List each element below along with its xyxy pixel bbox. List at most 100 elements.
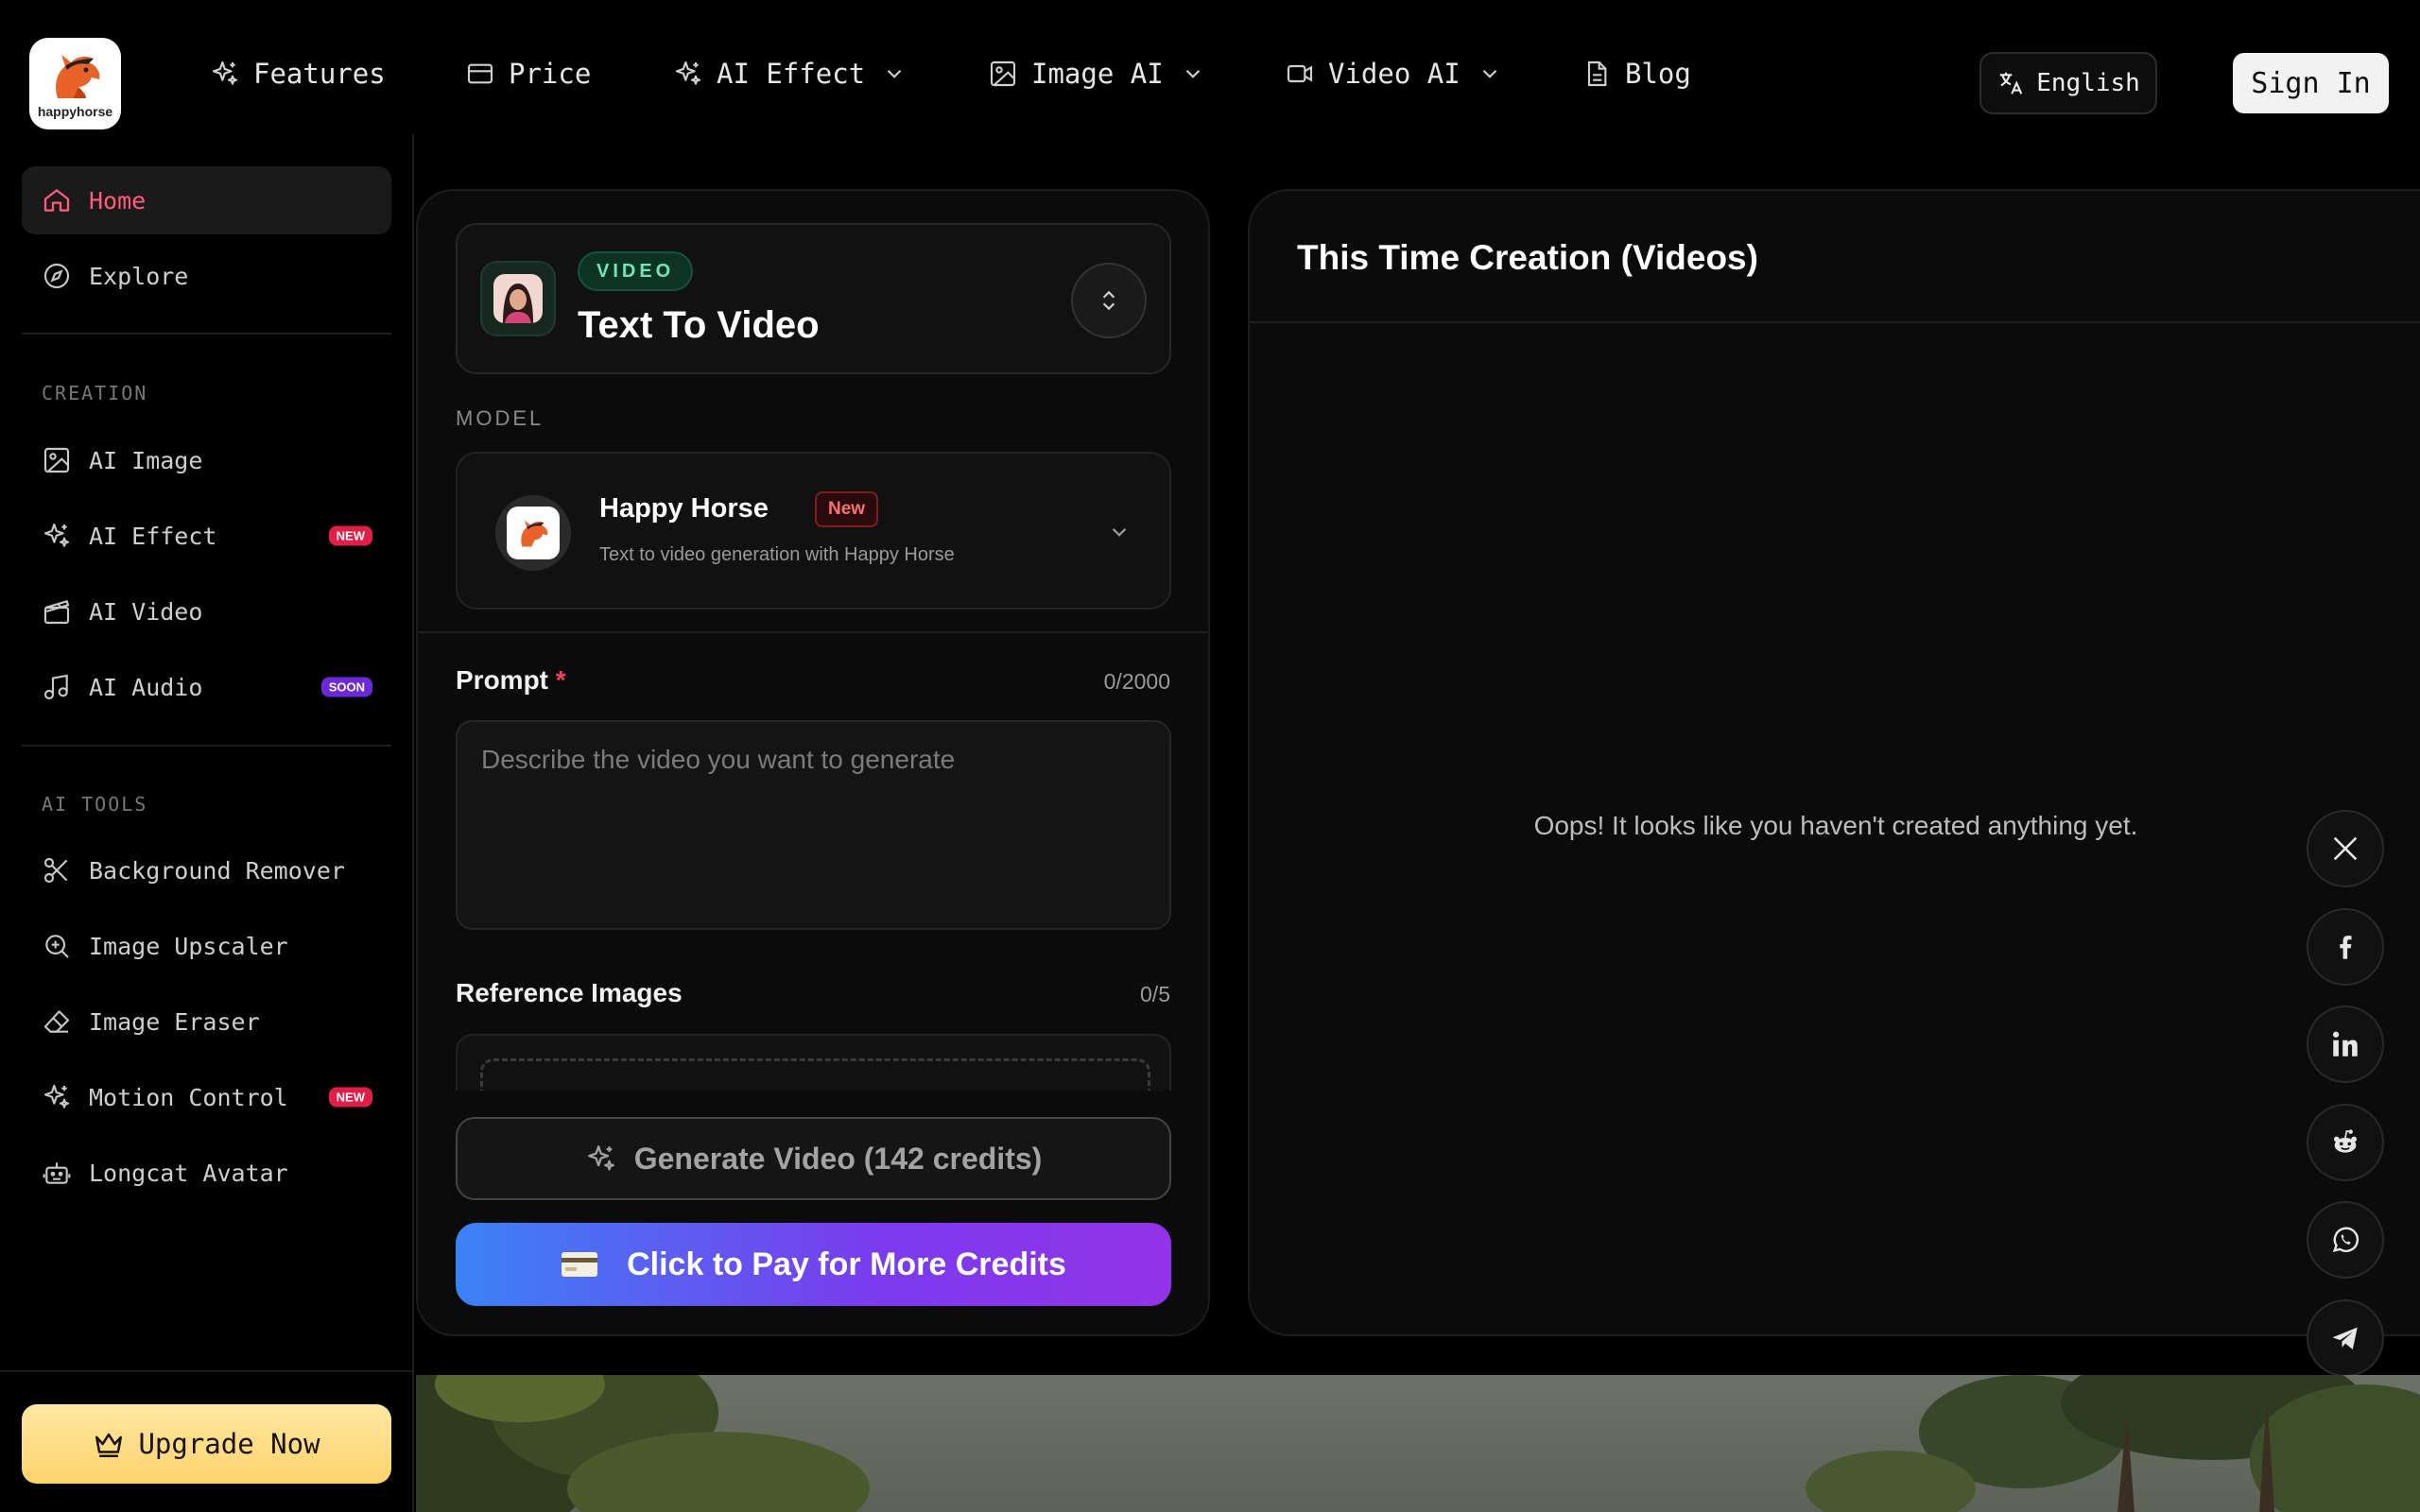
share-x-button[interactable]: [2307, 810, 2384, 887]
sparkles-icon: [675, 60, 701, 85]
pay-credits-button[interactable]: Click to Pay for More Credits: [456, 1223, 1171, 1306]
prompt-label-text: Prompt: [456, 665, 548, 695]
nav-image-ai-label: Image AI: [1031, 58, 1164, 90]
form-divider: [418, 631, 1208, 633]
nav-features[interactable]: Features: [210, 55, 386, 93]
nav-image-ai[interactable]: Image AI: [988, 55, 1205, 93]
nav-price-label: Price: [509, 58, 592, 90]
sidebar-item-label: AI Effect: [89, 522, 217, 550]
compass-icon: [43, 263, 70, 289]
chevron-down-icon: [1482, 69, 1496, 78]
crown-icon: [95, 1433, 123, 1458]
upgrade-now-label: Upgrade Now: [138, 1428, 320, 1460]
sidebar-item-image-eraser[interactable]: Image Eraser: [22, 988, 391, 1056]
translate-icon: [1999, 72, 2023, 94]
sidebar-item-motion-control[interactable]: Motion Control NEW: [22, 1063, 391, 1131]
clapperboard-icon: [43, 600, 70, 625]
image-icon: [990, 60, 1016, 87]
results-title: This Time Creation (Videos): [1297, 238, 1758, 277]
sidebar-item-ai-audio[interactable]: AI Audio SOON: [22, 653, 391, 721]
sidebar-item-ai-image[interactable]: AI Image: [22, 426, 391, 494]
language-label: English: [2036, 69, 2140, 97]
nav-ai-effect[interactable]: AI Effect: [673, 55, 907, 93]
generation-type-card[interactable]: VIDEO Text To Video: [456, 223, 1171, 374]
reddit-icon: [2333, 1129, 2358, 1153]
brand-logo[interactable]: happyhorse: [29, 38, 121, 129]
chevron-down-icon: [1185, 69, 1200, 78]
nav-ai-effect-label: AI Effect: [717, 58, 866, 90]
nav-video-ai-label: Video AI: [1328, 58, 1461, 90]
pay-credits-label: Click to Pay for More Credits: [627, 1246, 1066, 1282]
linkedin-icon: [2332, 1031, 2358, 1057]
sparkles-icon: [43, 523, 70, 547]
generate-video-button[interactable]: Generate Video (142 credits): [456, 1117, 1171, 1200]
chevron-down-icon: [1112, 527, 1127, 537]
model-logo: [495, 495, 571, 571]
sidebar-item-label: AI Audio: [89, 673, 203, 701]
type-switch-button[interactable]: [1071, 263, 1147, 338]
sign-in-button[interactable]: Sign In: [2233, 53, 2389, 113]
new-badge: NEW: [328, 525, 372, 546]
horse-logo-icon: [521, 520, 548, 547]
sidebar-item-label: Motion Control: [89, 1083, 288, 1111]
results-divider: [1250, 321, 2420, 323]
sidebar-item-background-remover[interactable]: Background Remover: [22, 836, 391, 904]
sidebar-item-label: AI Image: [89, 446, 203, 474]
sidebar-heading-creation: CREATION: [42, 382, 148, 404]
sidebar-divider: [22, 745, 391, 747]
sidebar-divider: [22, 333, 391, 335]
credit-card-icon: [562, 1252, 598, 1277]
prompt-char-count: 0/2000: [1103, 669, 1170, 694]
document-icon: [1587, 60, 1607, 87]
language-selector[interactable]: English: [1979, 52, 2157, 114]
image-icon: [43, 447, 70, 473]
prompt-input[interactable]: [456, 720, 1171, 930]
sidebar-item-image-upscaler[interactable]: Image Upscaler: [22, 912, 391, 980]
sidebar-item-label: Background Remover: [89, 856, 345, 885]
telegram-icon: [2332, 1327, 2358, 1350]
type-thumbnail: [480, 261, 556, 336]
share-whatsapp-button[interactable]: [2307, 1201, 2384, 1279]
sidebar-item-ai-video[interactable]: AI Video: [22, 577, 391, 645]
nav-blog-label: Blog: [1625, 58, 1691, 90]
upload-dashed-area: [480, 1058, 1150, 1091]
whatsapp-icon: [2332, 1227, 2360, 1253]
nav-blog[interactable]: Blog: [1582, 55, 1691, 93]
model-selector[interactable]: Happy Horse New Text to video generation…: [456, 452, 1171, 610]
music-note-icon: [43, 674, 68, 700]
sidebar-item-label: Image Upscaler: [89, 932, 288, 960]
sidebar-item-longcat-avatar[interactable]: Longcat Avatar: [22, 1139, 391, 1207]
reference-images-label: Reference Images: [456, 978, 683, 1007]
sparkles-icon: [587, 1145, 614, 1171]
nav-video-ai[interactable]: Video AI: [1285, 55, 1502, 93]
sidebar-item-label: Explore: [89, 262, 189, 290]
x-icon: [2333, 836, 2358, 861]
sidebar-item-explore[interactable]: Explore: [22, 242, 391, 310]
share-facebook-button[interactable]: [2307, 908, 2384, 986]
zoom-in-icon: [45, 935, 69, 958]
model-name: Happy Horse: [599, 493, 769, 524]
video-camera-icon: [1287, 64, 1313, 83]
upgrade-section: Upgrade Now: [0, 1370, 412, 1512]
reference-images-dropzone[interactable]: [456, 1034, 1171, 1091]
new-badge: NEW: [328, 1087, 372, 1108]
robot-icon: [43, 1162, 71, 1184]
sidebar-item-ai-effect[interactable]: AI Effect NEW: [22, 502, 391, 570]
nav-price[interactable]: Price: [465, 55, 591, 93]
share-reddit-button[interactable]: [2307, 1104, 2384, 1181]
chevron-down-icon: [887, 69, 902, 78]
upgrade-now-button[interactable]: Upgrade Now: [22, 1404, 391, 1484]
model-logo-inner: [507, 507, 560, 559]
horse-logo-icon: [55, 54, 99, 98]
sparkles-icon: [212, 60, 238, 85]
forest-photo: [416, 1375, 2420, 1512]
sidebar-item-home[interactable]: Home: [22, 166, 391, 234]
share-linkedin-button[interactable]: [2307, 1005, 2384, 1083]
credit-card-icon: [467, 63, 493, 84]
share-telegram-button[interactable]: [2307, 1299, 2384, 1377]
type-title: Text To Video: [578, 304, 820, 346]
facebook-icon: [2340, 936, 2352, 959]
generate-video-label: Generate Video (142 credits): [633, 1141, 1043, 1176]
sparkles-icon: [43, 1084, 70, 1108]
eraser-icon: [43, 1010, 70, 1033]
